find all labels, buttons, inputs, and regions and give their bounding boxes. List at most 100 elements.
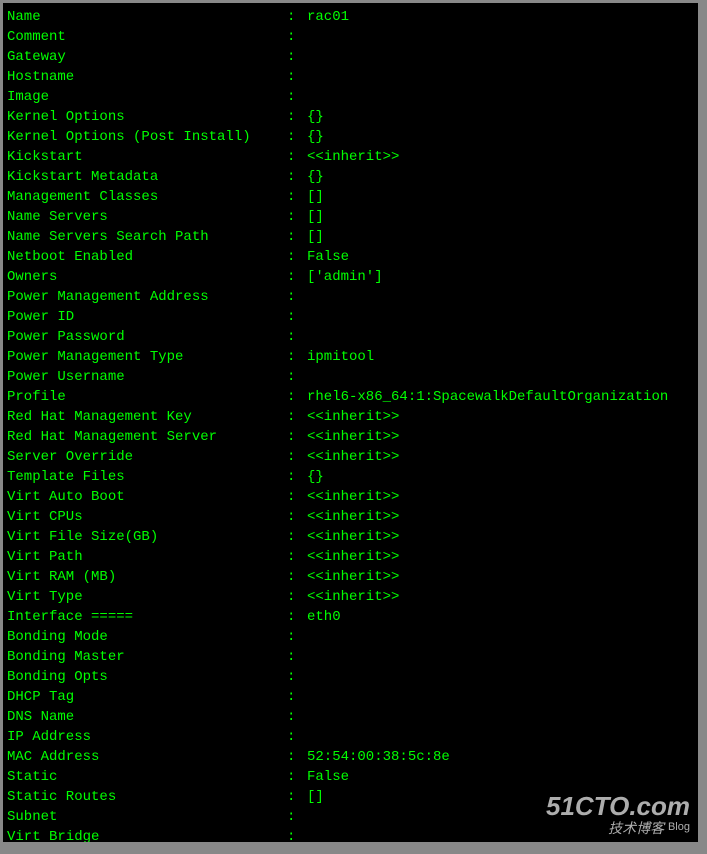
property-value: ipmitool <box>307 347 694 367</box>
property-label: MAC Address <box>7 747 287 767</box>
property-separator: : <box>287 267 307 287</box>
property-separator: : <box>287 367 307 387</box>
property-separator: : <box>287 687 307 707</box>
property-label: Virt Type <box>7 587 287 607</box>
property-row: Comment: <box>7 27 694 47</box>
property-value: {} <box>307 107 694 127</box>
property-value: <<inherit>> <box>307 447 694 467</box>
property-separator: : <box>287 547 307 567</box>
property-separator: : <box>287 727 307 747</box>
property-value: ['admin'] <box>307 267 694 287</box>
property-separator: : <box>287 227 307 247</box>
property-separator: : <box>287 307 307 327</box>
property-row: Profile: rhel6-x86_64:1:SpacewalkDefault… <box>7 387 694 407</box>
property-label: Virt Bridge <box>7 827 287 842</box>
property-row: Name Servers Search Path: [] <box>7 227 694 247</box>
property-separator: : <box>287 347 307 367</box>
property-value <box>307 47 694 67</box>
property-label: Server Override <box>7 447 287 467</box>
property-label: Virt Auto Boot <box>7 487 287 507</box>
property-label: Owners <box>7 267 287 287</box>
property-value <box>307 307 694 327</box>
property-row: Netboot Enabled: False <box>7 247 694 267</box>
property-row: Virt Type: <<inherit>> <box>7 587 694 607</box>
property-row: Name: rac01 <box>7 7 694 27</box>
watermark-sub: 技术博客 <box>608 820 664 836</box>
property-value: [] <box>307 207 694 227</box>
property-separator: : <box>287 107 307 127</box>
property-separator: : <box>287 427 307 447</box>
property-value: [] <box>307 227 694 247</box>
property-label: DHCP Tag <box>7 687 287 707</box>
property-separator: : <box>287 27 307 47</box>
property-row: Management Classes: [] <box>7 187 694 207</box>
properties-list: Name: rac01Comment: Gateway: Hostname: I… <box>7 7 694 842</box>
property-value: <<inherit>> <box>307 507 694 527</box>
property-row: Red Hat Management Server: <<inherit>> <box>7 427 694 447</box>
property-label: Template Files <box>7 467 287 487</box>
property-value: 52:54:00:38:5c:8e <box>307 747 694 767</box>
property-value <box>307 367 694 387</box>
property-row: Power Management Address: <box>7 287 694 307</box>
property-separator: : <box>287 67 307 87</box>
property-value: <<inherit>> <box>307 427 694 447</box>
property-label: IP Address <box>7 727 287 747</box>
property-separator: : <box>287 787 307 807</box>
property-value: {} <box>307 467 694 487</box>
property-separator: : <box>287 567 307 587</box>
property-label: Image <box>7 87 287 107</box>
property-separator: : <box>287 7 307 27</box>
property-separator: : <box>287 807 307 827</box>
property-separator: : <box>287 707 307 727</box>
property-value <box>307 87 694 107</box>
property-row: Image: <box>7 87 694 107</box>
property-value <box>307 287 694 307</box>
property-row: Kickstart Metadata: {} <box>7 167 694 187</box>
property-label: Red Hat Management Server <box>7 427 287 447</box>
property-row: Kernel Options (Post Install): {} <box>7 127 694 147</box>
property-separator: : <box>287 247 307 267</box>
property-label: Bonding Opts <box>7 667 287 687</box>
property-separator: : <box>287 667 307 687</box>
property-separator: : <box>287 187 307 207</box>
property-row: Virt Auto Boot: <<inherit>> <box>7 487 694 507</box>
property-label: Power Username <box>7 367 287 387</box>
property-separator: : <box>287 147 307 167</box>
property-label: Virt Path <box>7 547 287 567</box>
property-label: Name <box>7 7 287 27</box>
property-label: Power Management Type <box>7 347 287 367</box>
property-separator: : <box>287 767 307 787</box>
property-label: Static <box>7 767 287 787</box>
property-separator: : <box>287 167 307 187</box>
property-value <box>307 647 694 667</box>
property-value: {} <box>307 167 694 187</box>
property-value <box>307 27 694 47</box>
property-row: Interface =====: eth0 <box>7 607 694 627</box>
property-label: Virt RAM (MB) <box>7 567 287 587</box>
property-value: <<inherit>> <box>307 547 694 567</box>
property-row: Kernel Options: {} <box>7 107 694 127</box>
property-value: rac01 <box>307 7 694 27</box>
property-row: Static: False <box>7 767 694 787</box>
property-row: Virt CPUs: <<inherit>> <box>7 507 694 527</box>
property-separator: : <box>287 127 307 147</box>
property-separator: : <box>287 207 307 227</box>
property-row: DHCP Tag: <box>7 687 694 707</box>
property-label: Name Servers <box>7 207 287 227</box>
property-label: Management Classes <box>7 187 287 207</box>
property-label: Subnet <box>7 807 287 827</box>
watermark-main: 51CTO.com <box>546 792 690 821</box>
property-separator: : <box>287 447 307 467</box>
property-row: Virt RAM (MB): <<inherit>> <box>7 567 694 587</box>
property-value: rhel6-x86_64:1:SpacewalkDefaultOrganizat… <box>307 387 694 407</box>
property-row: Kickstart: <<inherit>> <box>7 147 694 167</box>
property-row: Owners: ['admin'] <box>7 267 694 287</box>
property-label: Kernel Options (Post Install) <box>7 127 287 147</box>
property-value: <<inherit>> <box>307 407 694 427</box>
property-row: Gateway: <box>7 47 694 67</box>
property-separator: : <box>287 647 307 667</box>
property-label: Bonding Mode <box>7 627 287 647</box>
property-value <box>307 687 694 707</box>
property-label: Comment <box>7 27 287 47</box>
property-label: Power ID <box>7 307 287 327</box>
